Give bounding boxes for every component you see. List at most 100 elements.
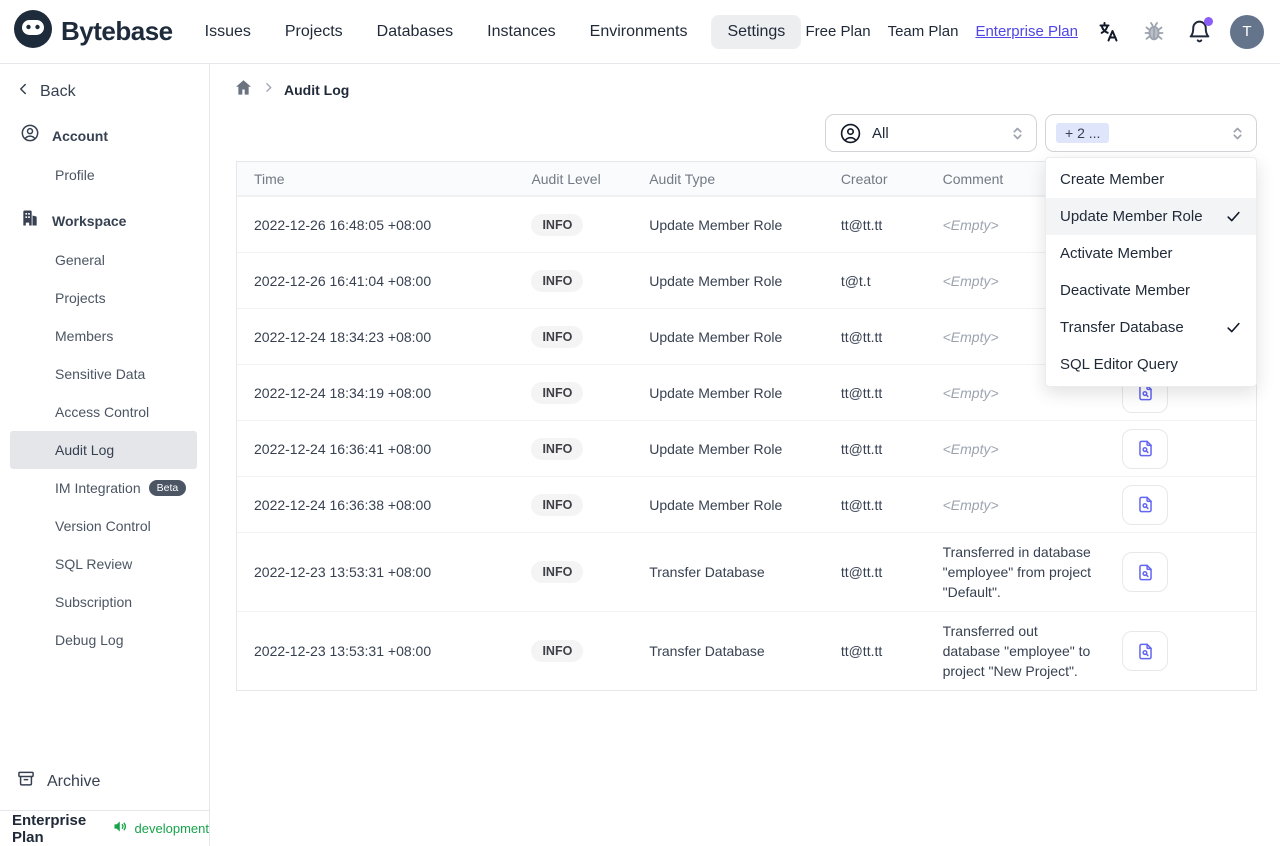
log-time: 2022-12-26 16:41:04 +08:00 <box>254 272 432 289</box>
notifications-bell-icon[interactable] <box>1185 16 1213 46</box>
nav-item-instances[interactable]: Instances <box>477 15 565 49</box>
table-row: 2022-12-23 13:53:31 +08:00 INFO Transfer… <box>237 532 1256 611</box>
menu-item-deactivate-member[interactable]: Deactivate Member <box>1046 272 1256 309</box>
nav-item-databases[interactable]: Databases <box>367 15 464 49</box>
check-icon <box>1225 319 1242 336</box>
free-plan-link[interactable]: Free Plan <box>806 23 871 40</box>
creator-filter-select[interactable]: All <box>825 114 1037 152</box>
menu-item-sql-editor-query[interactable]: SQL Editor Query <box>1046 346 1256 383</box>
sidebar-item-profile[interactable]: Profile <box>10 156 197 194</box>
audit-type: Update Member Role <box>649 216 783 233</box>
user-circle-icon <box>20 123 40 148</box>
brand-name: Bytebase <box>61 16 173 46</box>
table-row: 2022-12-23 13:53:31 +08:00 INFO Transfer… <box>237 611 1256 690</box>
menu-item-label: Update Member Role <box>1060 208 1203 225</box>
view-payload-button[interactable] <box>1122 552 1169 592</box>
audit-type-filter-select[interactable]: + 2 ... <box>1045 114 1257 152</box>
menu-item-label: Transfer Database <box>1060 319 1184 336</box>
building-icon <box>20 208 40 233</box>
audit-type: Update Member Role <box>649 328 783 345</box>
sidebar-item-projects[interactable]: Projects <box>10 279 197 317</box>
audit-type-dropdown-menu: Create Member Update Member Role Activat… <box>1045 157 1257 387</box>
select-caret-icon <box>1229 125 1246 142</box>
audit-type: Transfer Database <box>649 643 765 659</box>
view-payload-button[interactable] <box>1122 631 1169 671</box>
enterprise-plan-link[interactable]: Enterprise Plan <box>975 23 1078 40</box>
sidebar-item-general[interactable]: General <box>10 241 197 279</box>
sidebar-group-account: Account <box>0 109 209 156</box>
log-comment: <Empty> <box>942 496 999 513</box>
sidebar-item-label: SQL Review <box>55 556 133 572</box>
log-creator: tt@tt.tt <box>840 384 883 401</box>
footer-plan-label: Enterprise Plan <box>12 811 87 846</box>
sidebar-item-audit-log[interactable]: Audit Log <box>10 431 197 469</box>
nav-item-settings[interactable]: Settings <box>711 14 802 49</box>
menu-item-label: SQL Editor Query <box>1060 356 1178 373</box>
archive-box-icon <box>16 769 36 794</box>
menu-item-label: Create Member <box>1060 171 1165 188</box>
nav-item-environments[interactable]: Environments <box>580 15 698 49</box>
nav-item-projects[interactable]: Projects <box>275 15 353 49</box>
bytebase-logo[interactable]: Bytebase <box>14 10 173 53</box>
sidebar-item-debug-log[interactable]: Debug Log <box>10 621 197 659</box>
top-navbar: Bytebase Issues Projects Databases Insta… <box>0 0 1280 64</box>
menu-item-create-member[interactable]: Create Member <box>1046 161 1256 198</box>
nav-item-issues[interactable]: Issues <box>195 15 261 49</box>
chevron-right-icon <box>262 81 275 99</box>
environment-label: development <box>134 821 209 836</box>
table-row: 2022-12-24 16:36:41 +08:00 INFO Update M… <box>237 420 1256 476</box>
menu-item-activate-member[interactable]: Activate Member <box>1046 235 1256 272</box>
team-plan-link[interactable]: Team Plan <box>888 23 959 40</box>
log-creator: tt@tt.tt <box>840 496 883 513</box>
log-creator: tt@tt.tt <box>840 216 883 233</box>
audit-level-badge: INFO <box>531 269 584 292</box>
sidebar-item-subscription[interactable]: Subscription <box>10 583 197 621</box>
audit-type: Transfer Database <box>649 564 765 580</box>
sidebar-item-version-control[interactable]: Version Control <box>10 507 197 545</box>
log-time: 2022-12-24 18:34:19 +08:00 <box>254 384 432 401</box>
sidebar-footer: Enterprise Plan development <box>0 810 209 846</box>
bytebase-app: Bytebase Issues Projects Databases Insta… <box>0 0 1280 846</box>
audit-level-badge: INFO <box>531 493 584 516</box>
view-payload-button[interactable] <box>1122 484 1169 525</box>
home-icon[interactable] <box>234 78 253 102</box>
speaker-icon <box>112 818 129 840</box>
bug-report-icon[interactable] <box>1140 18 1168 46</box>
creator-filter-value: All <box>872 124 889 142</box>
person-circle-icon <box>839 122 862 145</box>
sidebar-item-sql-review[interactable]: SQL Review <box>10 545 197 583</box>
log-comment: Transferred out database "employee" to p… <box>942 623 1091 679</box>
chevron-left-icon <box>14 80 32 103</box>
view-payload-button[interactable] <box>1122 428 1169 469</box>
column-header-audit-level: Audit Level <box>531 170 601 187</box>
settings-sidebar: Back Account Profile Workspace General P… <box>0 64 210 846</box>
audit-level-badge: INFO <box>531 325 584 348</box>
sidebar-item-label: Sensitive Data <box>55 366 146 382</box>
sidebar-item-label: Debug Log <box>55 632 124 648</box>
back-button[interactable]: Back <box>0 64 209 109</box>
column-header-time: Time <box>254 170 285 187</box>
log-creator: tt@tt.tt <box>840 643 883 659</box>
log-comment: <Empty> <box>942 440 999 457</box>
sidebar-item-im-integration[interactable]: IM Integration Beta <box>10 469 197 507</box>
translate-icon[interactable] <box>1095 18 1123 46</box>
menu-item-label: Activate Member <box>1060 245 1173 262</box>
sidebar-item-members[interactable]: Members <box>10 317 197 355</box>
log-time: 2022-12-24 16:36:41 +08:00 <box>254 440 432 457</box>
menu-item-transfer-database[interactable]: Transfer Database <box>1046 309 1256 346</box>
sidebar-group-workspace: Workspace <box>0 194 209 241</box>
beta-badge: Beta <box>148 480 187 496</box>
sidebar-item-label: Profile <box>55 167 95 183</box>
sidebar-item-access-control[interactable]: Access Control <box>10 393 197 431</box>
sidebar-item-sensitive-data[interactable]: Sensitive Data <box>10 355 197 393</box>
archive-label: Archive <box>47 772 101 790</box>
column-header-audit-type: Audit Type <box>649 170 716 187</box>
log-creator: tt@tt.tt <box>840 328 883 345</box>
archive-button[interactable]: Archive <box>0 761 209 802</box>
sidebar-item-label: Access Control <box>55 404 150 420</box>
table-row: 2022-12-24 16:36:38 +08:00 INFO Update M… <box>237 476 1256 532</box>
select-caret-icon <box>1009 125 1026 142</box>
group-label-account: Account <box>52 127 108 144</box>
menu-item-update-member-role[interactable]: Update Member Role <box>1046 198 1256 235</box>
user-avatar[interactable]: T <box>1230 14 1264 49</box>
